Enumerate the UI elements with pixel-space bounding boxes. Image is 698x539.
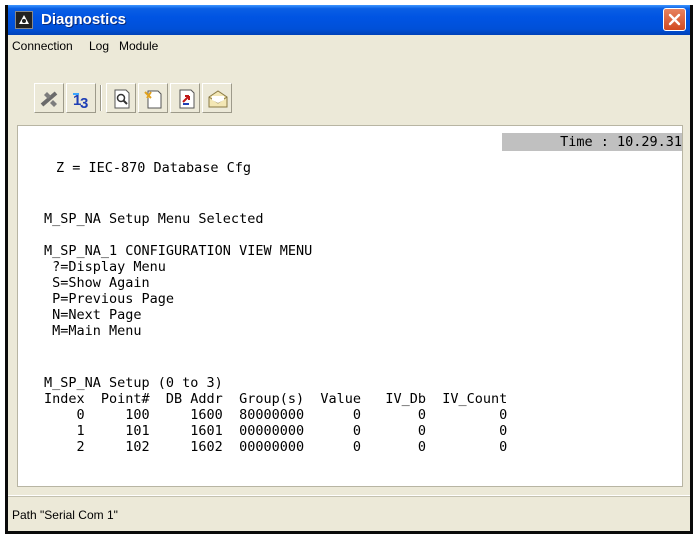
- console-line: N=Next Page: [44, 307, 142, 323]
- console-output[interactable]: Time : 10.29.31 Z = IEC-870 Database Cfg…: [17, 125, 683, 487]
- console-line: M_SP_NA Setup (0 to 3): [44, 375, 223, 391]
- status-bar: Path "Serial Com 1": [8, 495, 690, 532]
- svg-text:3: 3: [80, 95, 88, 110]
- console-line: P=Previous Page: [44, 291, 175, 307]
- capture-button[interactable]: [170, 83, 200, 113]
- table-row: 0 100 1600 80000000 0 0 0: [44, 407, 508, 423]
- connect-button[interactable]: [34, 83, 64, 113]
- envelope-button[interactable]: [202, 83, 232, 113]
- new-page-button[interactable]: [138, 83, 168, 113]
- console-line: S=Show Again: [44, 275, 150, 291]
- close-button[interactable]: [663, 8, 686, 31]
- toolbar: 1 3: [8, 57, 690, 125]
- menu-module[interactable]: Module: [119, 39, 158, 53]
- envelope-icon: [208, 90, 228, 108]
- connect-icon: [40, 91, 58, 107]
- app-icon: [15, 11, 33, 29]
- table-row: 1 101 1601 00000000 0 0 0: [44, 423, 508, 439]
- window-title: Diagnostics: [41, 11, 127, 28]
- menu-connection[interactable]: Connection: [12, 39, 73, 53]
- toolbar-separator: [100, 85, 102, 111]
- menu-bar: Connection Log Module: [8, 35, 690, 57]
- console-line: Index Point# DB Addr Group(s) Value IV_D…: [44, 391, 508, 407]
- console-line: M_SP_NA Setup Menu Selected: [44, 211, 264, 227]
- menu-log[interactable]: Log: [89, 39, 109, 53]
- console-line: M=Main Menu: [44, 323, 142, 339]
- sequence-button[interactable]: 1 3: [66, 83, 96, 113]
- status-divider: [8, 496, 690, 497]
- console-line: Z = IEC-870 Database Cfg: [56, 160, 252, 176]
- close-icon: [668, 13, 681, 26]
- new-page-icon: [144, 90, 162, 109]
- table-row: 2 102 1602 00000000 0 0 0: [44, 439, 508, 455]
- time-label: Time : 10.29.31: [560, 134, 682, 150]
- console-line: ?=Display Menu: [44, 259, 166, 275]
- capture-icon: [179, 89, 195, 109]
- find-button[interactable]: [106, 83, 136, 113]
- find-icon: [114, 89, 130, 109]
- sequence-icon: 1 3: [73, 92, 88, 110]
- time-display: Time : 10.29.31: [502, 133, 682, 151]
- title-bar[interactable]: Diagnostics: [8, 5, 690, 35]
- status-path: Path "Serial Com 1": [12, 508, 118, 522]
- console-line: M_SP_NA_1 CONFIGURATION VIEW MENU: [44, 243, 313, 259]
- diagnostics-window: Diagnostics Connection Log Module 1 3 Ti…: [5, 5, 693, 534]
